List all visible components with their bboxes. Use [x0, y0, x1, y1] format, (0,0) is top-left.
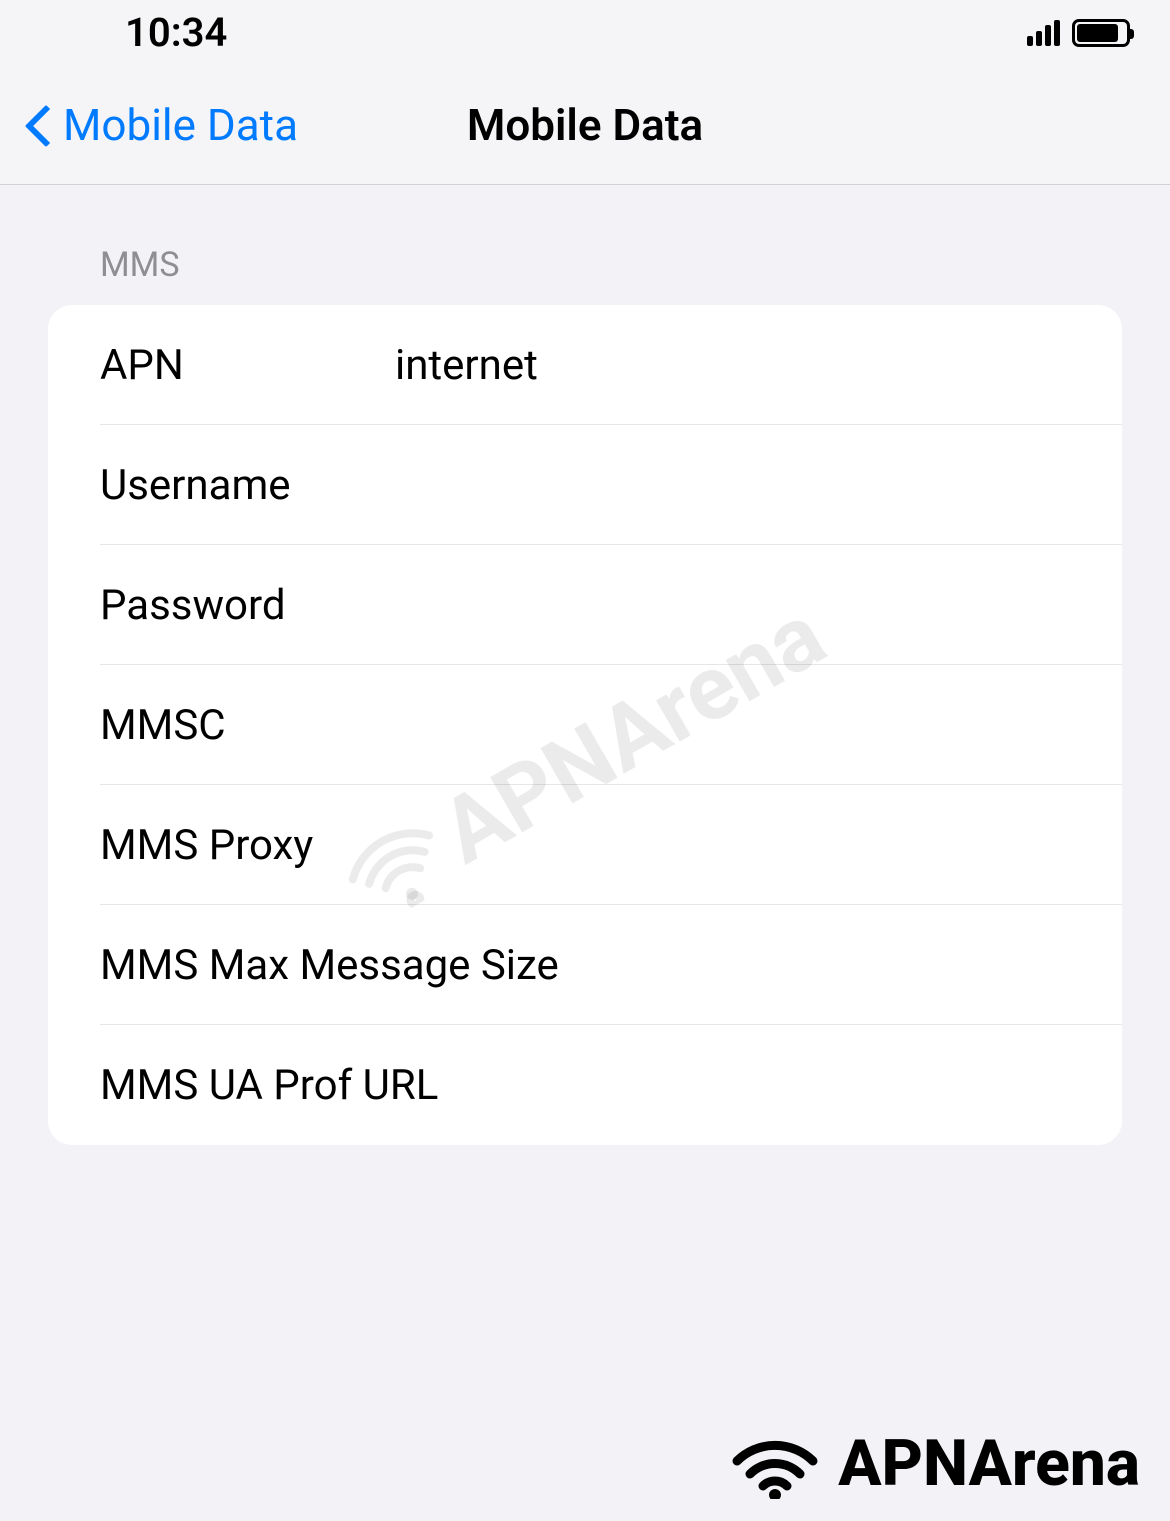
page-title: Mobile Data: [467, 99, 703, 151]
back-label: Mobile Data: [63, 99, 298, 151]
label-username: Username: [100, 461, 395, 510]
wifi-icon: [725, 1429, 825, 1499]
footer-brand: APNArena: [725, 1426, 1140, 1501]
label-mms-proxy: MMS Proxy: [100, 821, 395, 870]
row-mmsc[interactable]: MMSC: [48, 665, 1122, 785]
row-mms-max-size[interactable]: MMS Max Message Size: [48, 905, 1122, 1025]
settings-group-mms: APN Username Password MMSC MMS Proxy MMS…: [48, 305, 1122, 1145]
label-apn: APN: [100, 341, 395, 390]
status-bar: 10:34: [0, 0, 1170, 65]
row-mms-ua-prof[interactable]: MMS UA Prof URL: [48, 1025, 1122, 1145]
back-button[interactable]: Mobile Data: [0, 99, 298, 151]
status-time: 10:34: [125, 9, 227, 56]
row-password[interactable]: Password: [48, 545, 1122, 665]
battery-icon: [1072, 19, 1130, 47]
navigation-bar: Mobile Data Mobile Data: [0, 65, 1170, 185]
row-apn[interactable]: APN: [48, 305, 1122, 425]
input-mmsc[interactable]: [395, 701, 1122, 750]
row-username[interactable]: Username: [48, 425, 1122, 545]
status-indicators: [1027, 19, 1130, 47]
label-password: Password: [100, 581, 395, 630]
input-mms-ua-prof[interactable]: [587, 1061, 1122, 1110]
section-header-mms: MMS: [0, 245, 1170, 305]
input-mms-max-size[interactable]: [587, 941, 1122, 990]
cellular-signal-icon: [1027, 20, 1060, 46]
row-mms-proxy[interactable]: MMS Proxy: [48, 785, 1122, 905]
label-mms-ua-prof: MMS UA Prof URL: [100, 1061, 587, 1110]
input-password[interactable]: [395, 581, 1122, 630]
input-apn[interactable]: [395, 341, 1122, 390]
content-area: MMS APN Username Password MMSC MMS Proxy…: [0, 185, 1170, 1145]
label-mms-max-size: MMS Max Message Size: [100, 941, 587, 990]
label-mmsc: MMSC: [100, 701, 395, 750]
input-mms-proxy[interactable]: [395, 821, 1122, 870]
input-username[interactable]: [395, 461, 1122, 510]
chevron-back-icon: [25, 101, 53, 149]
